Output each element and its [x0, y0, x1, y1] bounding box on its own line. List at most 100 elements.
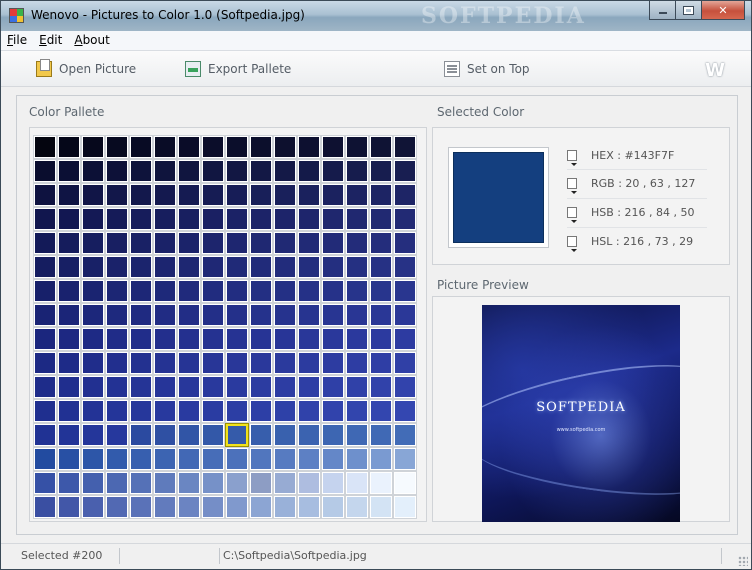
palette-swatch[interactable] — [81, 351, 105, 375]
palette-swatch[interactable] — [273, 303, 297, 327]
palette-swatch[interactable] — [345, 207, 369, 231]
palette-swatch[interactable] — [177, 447, 201, 471]
palette-swatch[interactable] — [345, 423, 369, 447]
palette-swatch[interactable] — [129, 159, 153, 183]
palette-swatch[interactable] — [177, 471, 201, 495]
palette-swatch[interactable] — [57, 495, 81, 519]
palette-swatch[interactable] — [345, 495, 369, 519]
palette-swatch[interactable] — [249, 159, 273, 183]
palette-swatch[interactable] — [273, 135, 297, 159]
palette-swatch[interactable] — [33, 135, 57, 159]
palette-swatch[interactable] — [129, 231, 153, 255]
palette-swatch[interactable] — [201, 231, 225, 255]
palette-swatch[interactable] — [345, 255, 369, 279]
palette-swatch[interactable] — [225, 495, 249, 519]
palette-swatch[interactable] — [297, 303, 321, 327]
palette-swatch[interactable] — [129, 375, 153, 399]
palette-swatch[interactable] — [273, 255, 297, 279]
palette-swatch[interactable] — [105, 447, 129, 471]
palette-swatch[interactable] — [153, 351, 177, 375]
palette-swatch[interactable] — [345, 303, 369, 327]
palette-swatch[interactable] — [129, 303, 153, 327]
palette-swatch[interactable] — [321, 327, 345, 351]
palette-swatch[interactable] — [177, 231, 201, 255]
palette-swatch[interactable] — [105, 375, 129, 399]
palette-swatch[interactable] — [249, 471, 273, 495]
palette-swatch[interactable] — [273, 159, 297, 183]
palette-swatch[interactable] — [201, 207, 225, 231]
palette-swatch[interactable] — [105, 471, 129, 495]
copy-hsl-icon[interactable] — [567, 235, 577, 252]
palette-swatch[interactable] — [225, 447, 249, 471]
palette-swatch[interactable] — [201, 183, 225, 207]
palette-swatch[interactable] — [321, 135, 345, 159]
palette-swatch[interactable] — [369, 471, 393, 495]
palette-swatch[interactable] — [177, 495, 201, 519]
copy-hsb-icon[interactable] — [567, 206, 577, 223]
palette-swatch[interactable] — [153, 183, 177, 207]
palette-swatch[interactable] — [393, 207, 417, 231]
palette-swatch[interactable] — [225, 183, 249, 207]
palette-swatch[interactable] — [153, 327, 177, 351]
palette-swatch[interactable] — [225, 399, 249, 423]
palette-swatch[interactable] — [129, 183, 153, 207]
palette-swatch[interactable] — [225, 423, 249, 447]
palette-swatch[interactable] — [393, 375, 417, 399]
palette-swatch[interactable] — [345, 351, 369, 375]
palette-swatch[interactable] — [393, 471, 417, 495]
menu-file[interactable]: File — [1, 31, 33, 50]
palette-swatch[interactable] — [321, 447, 345, 471]
palette-swatch[interactable] — [177, 183, 201, 207]
palette-swatch[interactable] — [81, 255, 105, 279]
palette-swatch[interactable] — [153, 255, 177, 279]
palette-swatch[interactable] — [201, 327, 225, 351]
palette-swatch[interactable] — [105, 231, 129, 255]
palette-swatch[interactable] — [105, 303, 129, 327]
palette-swatch[interactable] — [33, 495, 57, 519]
palette-swatch[interactable] — [393, 135, 417, 159]
palette-swatch[interactable] — [345, 447, 369, 471]
palette-swatch[interactable] — [153, 399, 177, 423]
palette-swatch[interactable] — [81, 495, 105, 519]
palette-swatch[interactable] — [321, 399, 345, 423]
palette-swatch[interactable] — [177, 327, 201, 351]
palette-swatch[interactable] — [225, 303, 249, 327]
palette-swatch[interactable] — [177, 279, 201, 303]
palette-swatch[interactable] — [81, 375, 105, 399]
menu-about[interactable]: About — [68, 31, 116, 50]
palette-swatch[interactable] — [393, 399, 417, 423]
palette-swatch[interactable] — [57, 303, 81, 327]
palette-swatch[interactable] — [249, 423, 273, 447]
palette-swatch[interactable] — [369, 447, 393, 471]
palette-swatch[interactable] — [201, 399, 225, 423]
palette-swatch[interactable] — [81, 231, 105, 255]
palette-swatch[interactable] — [273, 231, 297, 255]
palette-swatch[interactable] — [33, 183, 57, 207]
palette-swatch[interactable] — [57, 255, 81, 279]
palette-swatch[interactable] — [201, 495, 225, 519]
palette-swatch[interactable] — [369, 207, 393, 231]
palette-swatch[interactable] — [345, 279, 369, 303]
palette-swatch[interactable] — [297, 183, 321, 207]
palette-swatch[interactable] — [81, 135, 105, 159]
palette-swatch[interactable] — [345, 327, 369, 351]
palette-swatch[interactable] — [225, 159, 249, 183]
palette-swatch[interactable] — [33, 423, 57, 447]
palette-swatch[interactable] — [33, 279, 57, 303]
palette-swatch[interactable] — [369, 327, 393, 351]
palette-swatch[interactable] — [153, 375, 177, 399]
palette-swatch[interactable] — [249, 327, 273, 351]
palette-swatch[interactable] — [321, 303, 345, 327]
palette-swatch[interactable] — [273, 495, 297, 519]
palette-swatch[interactable] — [393, 279, 417, 303]
palette-swatch[interactable] — [57, 471, 81, 495]
palette-swatch[interactable] — [153, 135, 177, 159]
palette-swatch[interactable] — [273, 183, 297, 207]
palette-swatch[interactable] — [81, 183, 105, 207]
palette-swatch[interactable] — [393, 423, 417, 447]
palette-swatch[interactable] — [321, 255, 345, 279]
palette-swatch[interactable] — [201, 135, 225, 159]
palette-swatch[interactable] — [297, 423, 321, 447]
palette-swatch[interactable] — [57, 231, 81, 255]
palette-swatch[interactable] — [105, 423, 129, 447]
